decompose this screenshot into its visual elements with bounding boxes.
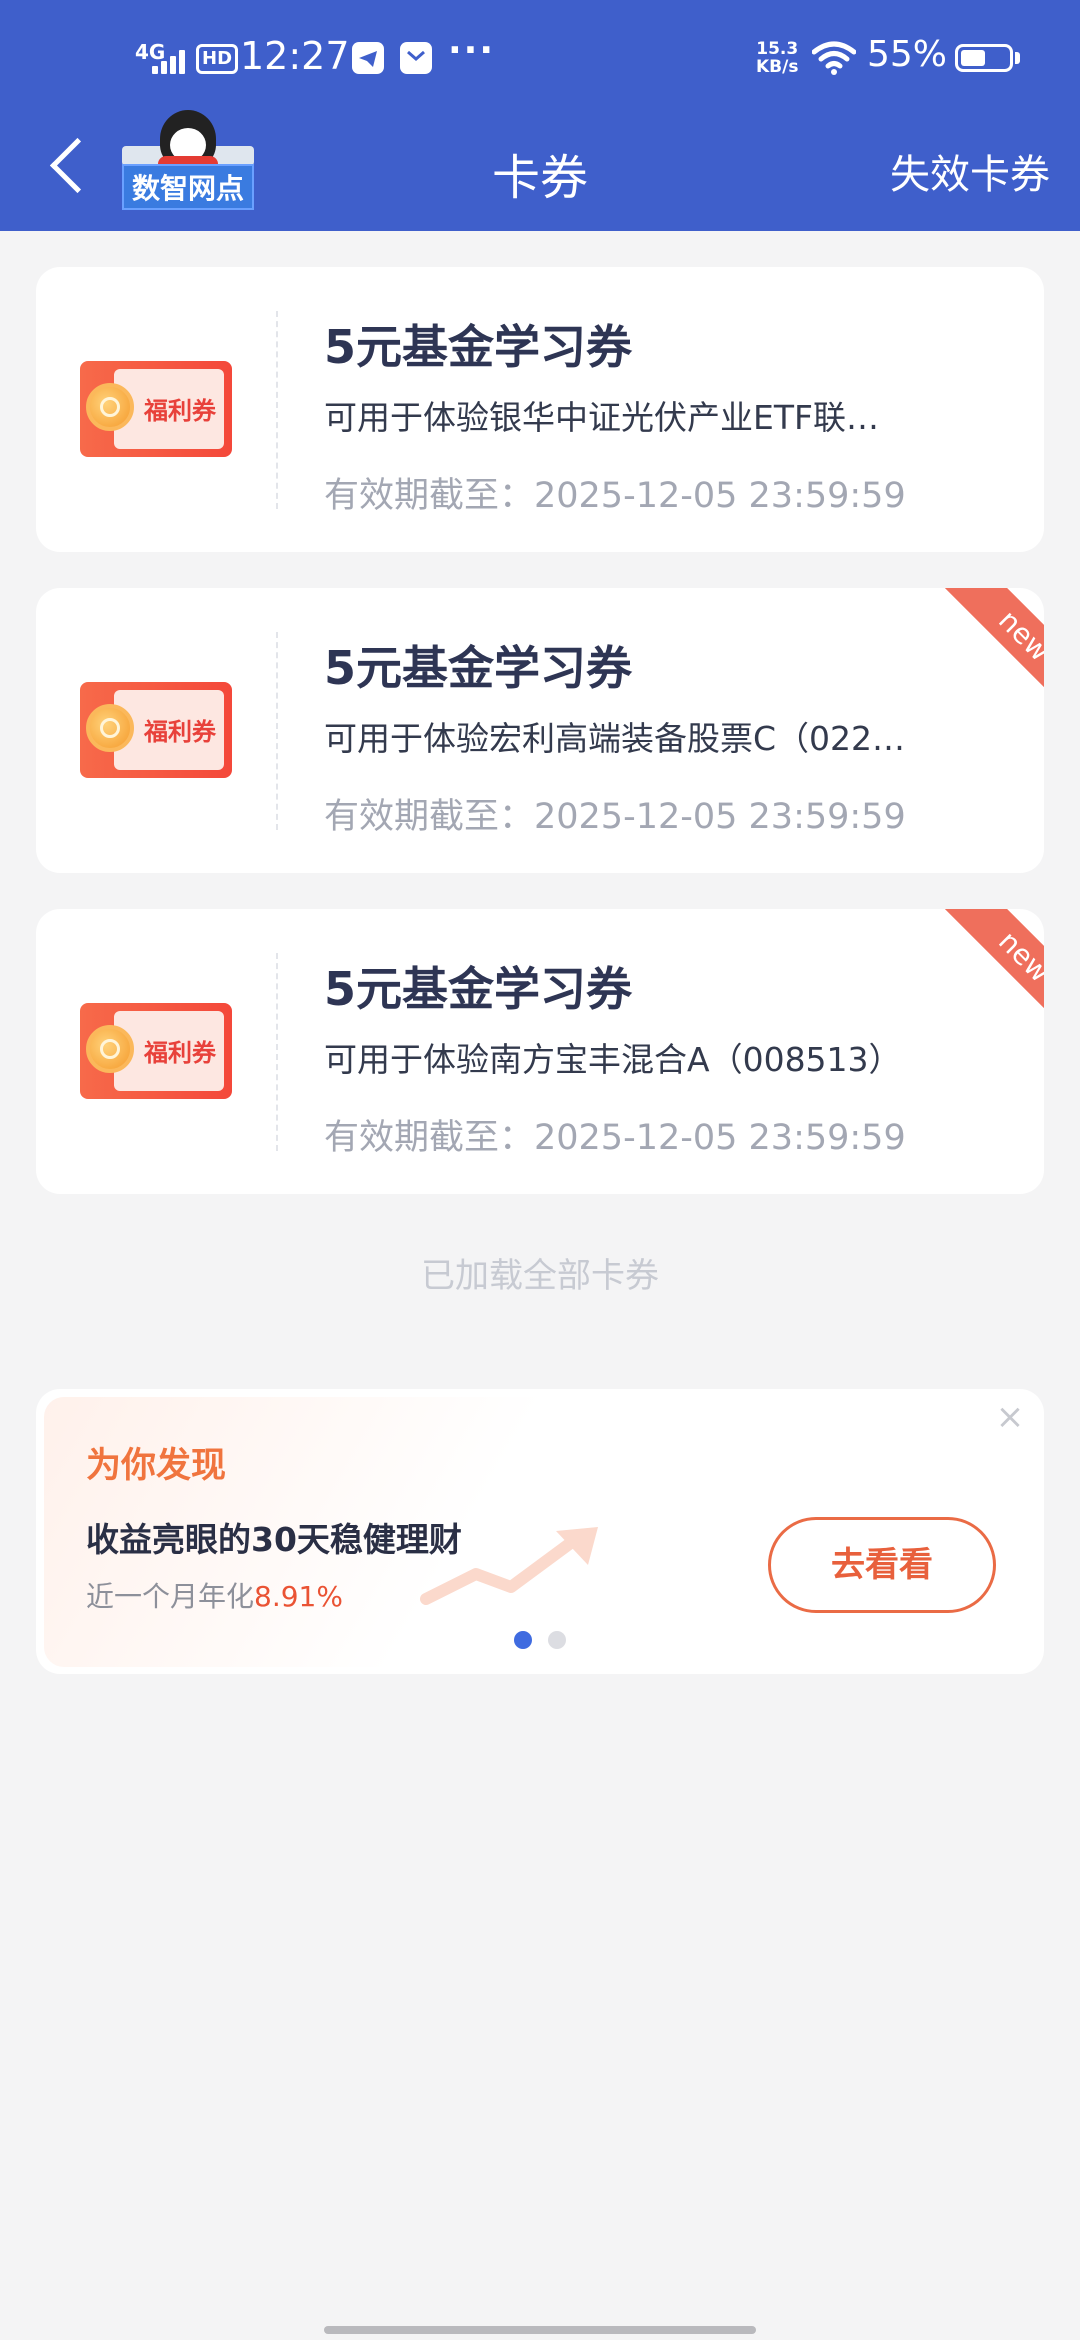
- go-see-button[interactable]: 去看看: [768, 1517, 996, 1613]
- promo-tag: 为你发现: [86, 1446, 227, 1486]
- expired-coupons-link[interactable]: 失效卡券: [890, 142, 1050, 200]
- close-icon[interactable]: ×: [990, 1397, 1030, 1437]
- divider: [276, 632, 278, 830]
- divider: [276, 311, 278, 509]
- battery-tip: [1015, 52, 1020, 64]
- coupon-description: 可用于体验银华中证光伏产业ETF联…: [324, 398, 879, 437]
- carousel-dot-active: [514, 1631, 532, 1649]
- net-speed: 15.3 KB/s: [756, 40, 798, 76]
- coupon-image: 福利券: [80, 682, 232, 778]
- coupon-title: 5元基金学习券: [324, 641, 633, 695]
- new-badge: new: [904, 588, 1044, 728]
- coupon-expiry: 有效期截至：2025-12-05 23:59:59: [324, 1118, 906, 1158]
- promo-banner[interactable]: × 为你发现 收益亮眼的30天稳健理财 近一个月年化8.91% 去看看: [36, 1389, 1044, 1674]
- wifi-icon: [811, 40, 857, 76]
- carousel-indicator: [514, 1631, 574, 1651]
- coin-icon: [86, 1025, 134, 1073]
- coupon-title: 5元基金学习券: [324, 320, 633, 374]
- carousel-dot: [548, 1631, 566, 1649]
- coupon-title: 5元基金学习券: [324, 962, 633, 1016]
- chevron-left-icon: [49, 137, 106, 194]
- coupon-expiry: 有效期截至：2025-12-05 23:59:59: [324, 476, 906, 516]
- mail-icon: [400, 42, 432, 74]
- coupon-image-label: 福利券: [144, 1039, 216, 1067]
- coupon-image: 福利券: [80, 1003, 232, 1099]
- all-loaded-text: 已加载全部卡券: [421, 1256, 659, 1296]
- coupon-image-label: 福利券: [144, 718, 216, 746]
- battery-icon: [955, 44, 1013, 72]
- battery-percent: 55%: [867, 34, 948, 75]
- header: 4G HD 12:27 ··· 15.3 KB/s 55% 数智网点 卡券 失效…: [0, 0, 1080, 231]
- net-speed-value: 15.3: [756, 39, 799, 59]
- home-indicator[interactable]: [324, 2326, 756, 2334]
- coin-icon: [86, 383, 134, 431]
- back-button[interactable]: [40, 132, 106, 202]
- promo-sub-prefix: 近一个月年化: [86, 1580, 255, 1613]
- logo-label: 数智网点: [122, 164, 254, 210]
- app-logo: 数智网点: [118, 110, 258, 220]
- promo-title: 收益亮眼的30天稳健理财: [86, 1520, 462, 1559]
- new-badge-label: new: [937, 909, 1044, 1044]
- net-speed-unit: KB/s: [756, 57, 799, 77]
- new-badge-label: new: [937, 588, 1044, 723]
- coupon-card[interactable]: 福利券 5元基金学习券 可用于体验南方宝丰混合A（008513） 有效期截至：2…: [36, 909, 1044, 1194]
- coupon-image-label: 福利券: [144, 397, 216, 425]
- new-badge: new: [904, 909, 1044, 1049]
- hd-icon: HD: [196, 44, 239, 74]
- signal-icon: [152, 48, 190, 74]
- promo-yield: 8.91%: [254, 1580, 343, 1613]
- nav-bar: 数智网点 卡券 失效卡券: [0, 110, 1080, 231]
- status-bar: 4G HD 12:27 ··· 15.3 KB/s 55%: [0, 30, 1080, 90]
- coupon-expiry: 有效期截至：2025-12-05 23:59:59: [324, 797, 906, 837]
- telegram-icon: [352, 42, 384, 74]
- promo-subtitle: 近一个月年化8.91%: [86, 1575, 343, 1615]
- coupon-card[interactable]: 福利券 5元基金学习券 可用于体验宏利高端装备股票C（022… 有效期截至：20…: [36, 588, 1044, 873]
- coin-icon: [86, 704, 134, 752]
- clock: 12:27: [240, 34, 350, 78]
- divider: [276, 953, 278, 1151]
- coupon-description: 可用于体验宏利高端装备股票C（022…: [324, 719, 906, 758]
- more-notifications: ···: [448, 30, 496, 71]
- coupon-image: 福利券: [80, 361, 232, 457]
- coupon-card[interactable]: 福利券 5元基金学习券 可用于体验银华中证光伏产业ETF联… 有效期截至：202…: [36, 267, 1044, 552]
- coupon-description: 可用于体验南方宝丰混合A（008513）: [324, 1040, 902, 1079]
